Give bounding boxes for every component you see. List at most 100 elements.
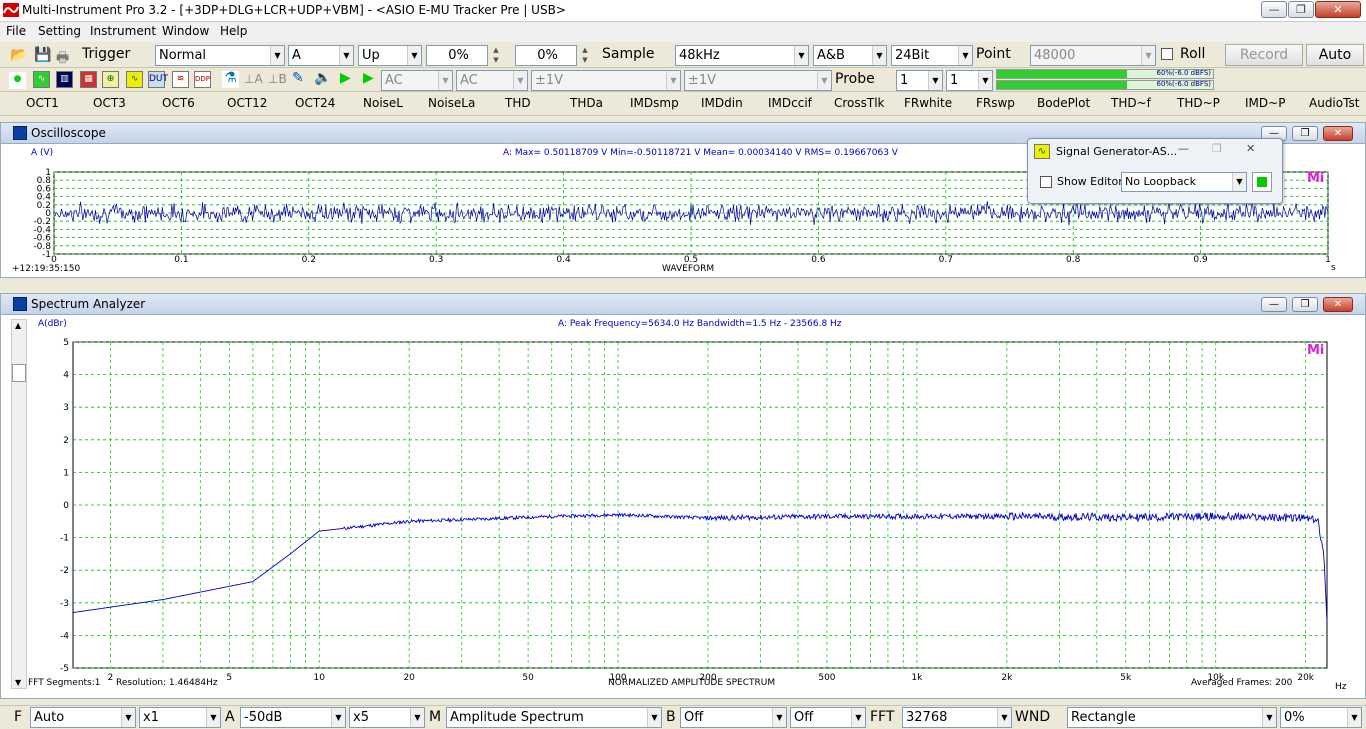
save-icon[interactable]: 💾 [34,47,51,63]
trigger-level-input[interactable]: 0% [426,45,488,66]
trigger-mode-select[interactable]: Normal ▼ [155,45,285,66]
flask-icon[interactable]: ⚗ [222,71,239,88]
signal-generator-icon[interactable]: ∿ [126,71,143,88]
oscilloscope-icon[interactable]: ∿ [33,71,50,88]
menu-help[interactable]: Help [220,24,247,38]
osc-restore-button[interactable]: ❐ [1292,126,1318,141]
bit-depth-select[interactable]: 24Bit ▼ [891,45,973,66]
range-a-select[interactable]: ±1V ▼ [531,70,681,91]
meter-icon[interactable]: ≋ [172,71,189,88]
y-scrollbar[interactable]: ▲ ▼ [11,319,27,689]
fft-size-select[interactable]: 32768 ▼ [902,707,1012,728]
tool-oct3[interactable]: OCT3 [93,96,126,110]
scroll-up-icon[interactable]: ▲ [15,321,21,330]
menu-window[interactable]: Window [162,24,209,38]
calibrate-a-icon[interactable]: ⊥A [244,72,263,86]
tool-frwhite[interactable]: FRwhite [904,96,952,110]
b-mode-select[interactable]: Off ▼ [680,707,787,728]
tool-oct12[interactable]: OCT12 [227,96,267,110]
open-icon[interactable]: 📂 [10,47,27,63]
spec-restore-button[interactable]: ❐ [1292,297,1318,312]
auto-button[interactable]: Auto [1306,44,1364,66]
points-value: 48000 [1034,48,1076,63]
trigger-channel-select[interactable]: A ▼ [288,45,354,66]
loopback-select[interactable]: No Loopback ▼ [1121,172,1247,192]
sample-rate-select[interactable]: 48kHz ▼ [675,45,809,66]
play-step-icon[interactable]: ▶ [363,70,374,86]
spectrum-analyzer-icon[interactable]: ▥ [56,71,73,88]
probe-icon[interactable]: ✎ [292,70,304,86]
window-function-select[interactable]: Rectangle ▼ [1067,707,1277,728]
tool-crosstlk[interactable]: CrossTlk [834,96,885,110]
tool-thd-p[interactable]: THD~P [1177,96,1220,110]
menu-file[interactable]: File [6,24,26,38]
spectroscope-icon[interactable]: ▦ [80,71,97,88]
tool-imddin[interactable]: IMDdin [701,96,743,110]
roll-checkbox[interactable] [1161,48,1173,60]
siggen-close-button[interactable]: ✕ [1246,142,1255,155]
osc-x-tick-label: 0.3 [429,255,443,265]
probe-a-value: 1 [900,73,909,88]
phase-plot-icon[interactable]: ⊕ [102,71,119,88]
tool-oct24[interactable]: OCT24 [295,96,335,110]
play-icon[interactable]: ▶ [340,70,351,86]
scroll-thumb[interactable] [12,364,26,382]
probe-b-select[interactable]: 1 ▼ [946,70,993,91]
y-scale-value: x5 [353,710,369,725]
tool-noisela[interactable]: NoiseLa [428,96,475,110]
tool-imd-p[interactable]: IMD~P [1245,96,1285,110]
trigger-delay-spinner[interactable]: ▲ ▼ [578,45,592,66]
close-button[interactable]: ✕ [1315,1,1361,18]
tool-bodeplot[interactable]: BodePlot [1037,96,1090,110]
channels-select[interactable]: A&B ▼ [813,45,887,66]
frequency-mode-select[interactable]: Auto ▼ [30,707,136,728]
probe-b-value: 1 [950,73,959,88]
record-button[interactable]: Record [1225,44,1303,66]
tool-audiotst[interactable]: AudioTst [1309,96,1359,110]
spectrum-plot[interactable]: 543210-1-2-3-4-52 5 10 20 50 100 200 500 1k 2k 5k 1… [28,332,1363,687]
chevron-down-icon: ▼ [339,46,353,65]
minimize-button[interactable]: — [1261,1,1287,18]
show-editor-checkbox[interactable] [1040,176,1052,188]
trigger-edge-select[interactable]: Up ▼ [358,45,422,66]
dut-icon[interactable]: DUT [148,71,168,88]
calibrate-b-icon[interactable]: ⊥B [268,72,287,86]
restore-button[interactable]: ❐ [1288,1,1314,18]
menu-setting[interactable]: Setting [38,24,81,38]
tool-oct6[interactable]: OCT6 [162,96,195,110]
trigger-delay-input[interactable]: 0% [515,45,577,66]
osc-close-button[interactable]: ✕ [1323,126,1353,141]
tool-oct1[interactable]: OCT1 [26,96,59,110]
tool-imdccif[interactable]: IMDccif [768,96,812,110]
generator-start-button[interactable] [1252,172,1272,192]
ddp-icon[interactable]: DDP [194,71,211,88]
tool-thda[interactable]: THDa [570,96,603,110]
display-mode-select[interactable]: Amplitude Spectrum ▼ [446,707,662,728]
probe-a-select[interactable]: 1 ▼ [896,70,943,91]
coupling-a-select[interactable]: AC ▼ [381,70,453,91]
tool-noisel[interactable]: NoiseL [363,96,403,110]
trigger-level-spinner[interactable]: ▲ ▼ [489,45,503,66]
overlap-select[interactable]: 0% ▼ [1280,707,1362,728]
scroll-down-icon[interactable]: ▼ [15,678,21,687]
tool-thd-f[interactable]: THD~f [1111,96,1151,110]
range-b-select[interactable]: ±1V ▼ [684,70,832,91]
menu-instrument[interactable]: Instrument [90,24,156,38]
b-mode2-select[interactable]: Off ▼ [790,707,866,728]
tool-thd[interactable]: THD [505,96,531,110]
probe-label: Probe [835,71,875,87]
x-scale-select[interactable]: x1 ▼ [139,707,221,728]
y-scale-select[interactable]: x5 ▼ [349,707,425,728]
siggen-restore-button[interactable]: ❐ [1212,142,1222,155]
points-select[interactable]: 48000 ▼ [1030,45,1156,66]
tool-frswp[interactable]: FRswp [976,96,1015,110]
coupling-b-select[interactable]: AC ▼ [456,70,528,91]
spec-minimize-button[interactable]: — [1261,297,1287,312]
spec-close-button[interactable]: ✕ [1323,297,1353,312]
spec-y-tick-label: 1 [63,468,69,478]
siggen-minimize-button[interactable]: — [1178,142,1189,155]
tool-imdsmp[interactable]: IMDsmp [630,96,679,110]
speaker-icon[interactable]: 🔈 [314,70,331,86]
run-indicator-icon[interactable]: ● [9,72,26,89]
amplitude-range-select[interactable]: -50dB ▼ [240,707,346,728]
